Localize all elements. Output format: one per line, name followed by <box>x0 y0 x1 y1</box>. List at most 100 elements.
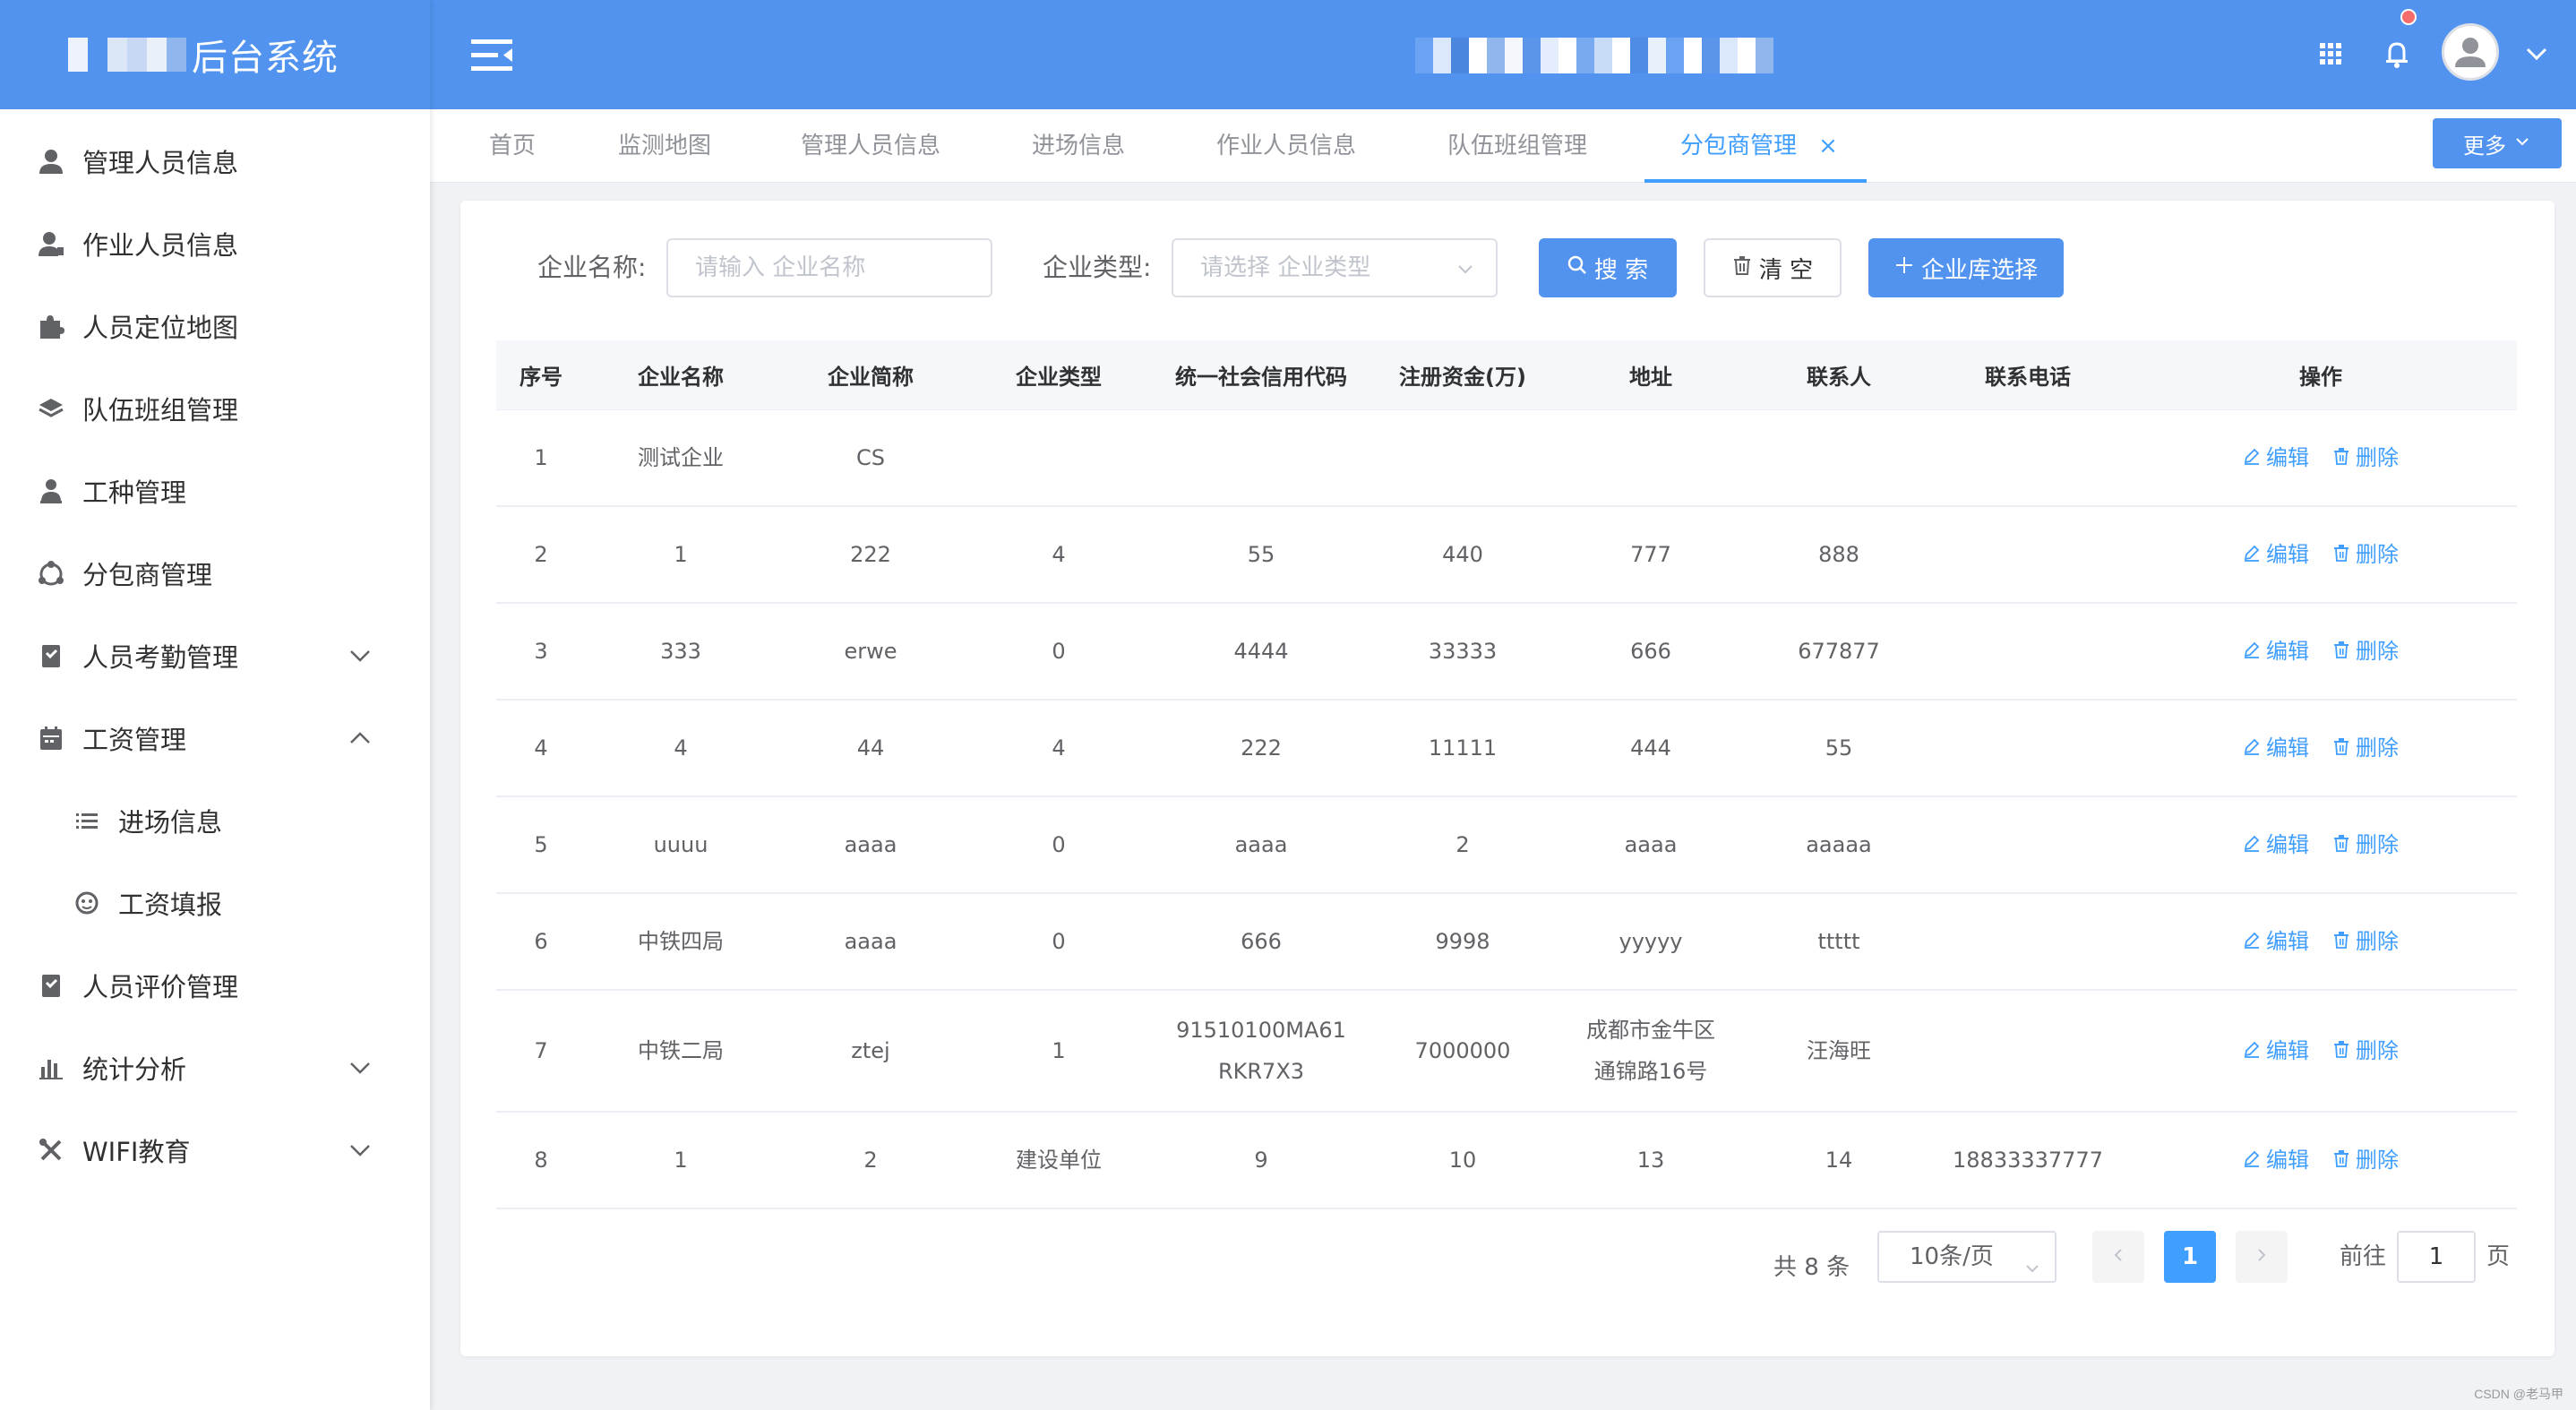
notebook-icon <box>36 641 66 671</box>
clear-button[interactable]: 清 空 <box>1704 238 1842 297</box>
edit-button[interactable]: 编辑 <box>2243 727 2309 769</box>
edit-label: 编辑 <box>2266 542 2309 567</box>
sidebar: 后台系统 管理人员信息 作业人员信息 人员定位地图 队伍班组管理 工种管理 分包… <box>0 0 430 1410</box>
sidebar-item-wifi-education[interactable]: WIFI教育 <box>0 1109 430 1191</box>
chevron-down-icon[interactable] <box>346 641 374 670</box>
tab-subcontractor[interactable]: 分包商管理 <box>1680 109 1797 183</box>
cell-address: 444 <box>1630 735 1671 761</box>
sidebar-item-evaluation[interactable]: 人员评价管理 <box>0 944 430 1027</box>
prev-page-button[interactable] <box>2092 1231 2144 1283</box>
edit-icon <box>2243 437 2261 478</box>
cell-company-name: 中铁四局 <box>638 929 724 954</box>
sidebar-item-worker-info[interactable]: 作业人员信息 <box>0 202 430 285</box>
bell-icon[interactable] <box>2379 36 2415 72</box>
chevron-down-icon[interactable] <box>2519 36 2555 72</box>
cell-company-type: 建设单位 <box>1016 1148 1102 1173</box>
search-button[interactable]: 搜 索 <box>1539 238 1677 297</box>
company-library-button[interactable]: 企业库选择 <box>1868 238 2064 297</box>
tab-manager-info[interactable]: 管理人员信息 <box>801 109 940 183</box>
cell-actions: 编辑 删除 <box>2125 534 2517 575</box>
sidebar-item-salary[interactable]: 工资管理 <box>0 697 430 779</box>
edit-button[interactable]: 编辑 <box>2243 631 2309 672</box>
delete-button[interactable]: 删除 <box>2332 727 2399 769</box>
grid-apps-icon[interactable] <box>2313 36 2348 72</box>
trash-icon <box>2332 1139 2350 1181</box>
sidebar-item-label: 队伍班组管理 <box>82 395 239 426</box>
group-icon <box>36 558 66 589</box>
page-1-button[interactable]: 1 <box>2164 1231 2216 1283</box>
tools-icon <box>36 1135 66 1165</box>
notebook-icon <box>36 970 66 1001</box>
cell-credit-code: 4444 <box>1233 639 1289 664</box>
goto-page-input[interactable] <box>2397 1231 2476 1283</box>
delete-button[interactable]: 删除 <box>2332 534 2399 575</box>
delete-button[interactable]: 删除 <box>2332 1030 2399 1071</box>
tab-worker-info[interactable]: 作业人员信息 <box>1216 109 1356 183</box>
edit-button[interactable]: 编辑 <box>2243 1139 2309 1181</box>
edit-button[interactable]: 编辑 <box>2243 824 2309 865</box>
edit-button[interactable]: 编辑 <box>2243 534 2309 575</box>
chevron-down-icon[interactable] <box>346 1136 374 1165</box>
sidebar-item-location-map[interactable]: 人员定位地图 <box>0 285 430 367</box>
sidebar-item-manager-info[interactable]: 管理人员信息 <box>0 120 430 202</box>
trash-icon <box>2332 534 2350 575</box>
cell-credit-code: aaaa <box>1234 832 1288 857</box>
trash-icon <box>2332 727 2350 769</box>
more-button[interactable]: 更多 <box>2433 118 2562 168</box>
avatar[interactable] <box>2442 23 2499 81</box>
sidebar-item-salary-report[interactable]: 工资填报 <box>0 862 430 944</box>
next-page-button[interactable] <box>2236 1231 2288 1283</box>
sidebar-item-job-type[interactable]: 工种管理 <box>0 450 430 532</box>
sidebar-item-entry-info[interactable]: 进场信息 <box>0 779 430 862</box>
close-icon[interactable]: × <box>1813 131 1843 161</box>
edit-button[interactable]: 编辑 <box>2243 1030 2309 1071</box>
delete-button[interactable]: 删除 <box>2332 1139 2399 1181</box>
delete-button[interactable]: 删除 <box>2332 437 2399 478</box>
cell-contact: ttttt <box>1817 929 1860 954</box>
sidebar-item-attendance[interactable]: 人员考勤管理 <box>0 615 430 697</box>
page-size-select[interactable]: 10条/页 <box>1877 1231 2057 1283</box>
delete-button[interactable]: 删除 <box>2332 921 2399 962</box>
cell-short-name: aaaa <box>844 832 897 857</box>
cell-contact: aaaaa <box>1806 832 1872 857</box>
company-type-label: 企业类型: <box>1043 253 1152 282</box>
clear-button-label: 清 空 <box>1758 256 1814 284</box>
cell-company-name: 1 <box>674 542 688 567</box>
chevron-right-icon <box>2253 1243 2271 1270</box>
sidebar-item-label: 统计分析 <box>82 1054 187 1085</box>
cell-contact: 677877 <box>1798 639 1880 664</box>
company-type-select[interactable] <box>1172 238 1498 297</box>
trash-icon <box>2332 437 2350 478</box>
cell-short-name: aaaa <box>844 929 897 954</box>
edit-button[interactable]: 编辑 <box>2243 437 2309 478</box>
menu-toggle-icon[interactable] <box>469 34 516 77</box>
company-name-input[interactable] <box>666 238 992 297</box>
sidebar-item-label: 分包商管理 <box>82 560 213 590</box>
tab-monitor-map[interactable]: 监测地图 <box>618 109 711 183</box>
cell-short-name: 44 <box>856 735 885 761</box>
cell-company-name: 333 <box>660 639 701 664</box>
cell-contact: 14 <box>1825 1148 1853 1173</box>
edit-button[interactable]: 编辑 <box>2243 921 2309 962</box>
trash-icon <box>2332 921 2350 962</box>
edit-icon <box>2243 921 2261 962</box>
delete-button[interactable]: 删除 <box>2332 631 2399 672</box>
cell-short-name: 2 <box>863 1148 878 1173</box>
sidebar-item-team-group[interactable]: 队伍班组管理 <box>0 367 430 450</box>
tab-entry-info[interactable]: 进场信息 <box>1032 109 1125 183</box>
tab-home[interactable]: 首页 <box>489 109 536 183</box>
delete-button[interactable]: 删除 <box>2332 824 2399 865</box>
cell-index: 1 <box>534 445 548 470</box>
trash-icon <box>2332 824 2350 865</box>
tab-team-group[interactable]: 队伍班组管理 <box>1447 109 1587 183</box>
chevron-down-icon[interactable] <box>346 1053 374 1082</box>
sidebar-item-subcontractor[interactable]: 分包商管理 <box>0 532 430 615</box>
person-icon <box>36 476 66 506</box>
cell-address: 666 <box>1630 639 1671 664</box>
cell-actions: 编辑 删除 <box>2125 1030 2517 1071</box>
layers-icon <box>36 393 66 424</box>
cell-registered-capital: 11111 <box>1428 735 1498 761</box>
sidebar-item-statistics[interactable]: 统计分析 <box>0 1027 430 1109</box>
edit-label: 编辑 <box>2266 832 2309 857</box>
chevron-up-icon[interactable] <box>346 724 374 752</box>
